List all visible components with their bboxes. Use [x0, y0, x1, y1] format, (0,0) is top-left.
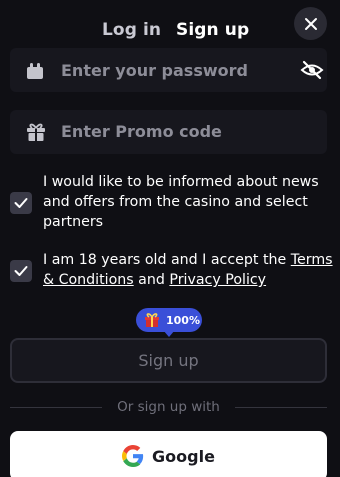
age-consent-checkbox[interactable]: [10, 260, 32, 282]
password-field[interactable]: Enter your password: [10, 48, 327, 92]
divider-line-right: [235, 407, 327, 408]
check-icon: [14, 198, 28, 208]
google-icon: [122, 445, 144, 467]
age-consent-and: and: [133, 272, 170, 288]
bonus-percent: 100%: [166, 313, 200, 327]
password-placeholder: Enter your password: [61, 61, 248, 80]
gift-icon: [145, 313, 159, 327]
gift-icon: [27, 123, 45, 141]
google-button-label: Google: [152, 446, 215, 466]
news-consent-checkbox[interactable]: [10, 192, 32, 214]
social-divider: Or sign up with: [10, 399, 327, 415]
google-signup-button[interactable]: Google: [10, 431, 327, 477]
promo-code-field[interactable]: Enter Promo code: [10, 110, 327, 154]
signup-button[interactable]: Sign up: [10, 338, 327, 383]
lock-icon: [27, 63, 43, 79]
age-consent-prefix: I am 18 years old and I accept the: [43, 252, 291, 268]
check-icon: [14, 266, 28, 276]
bonus-badge: 100%: [136, 308, 202, 332]
eye-off-icon[interactable]: [300, 60, 324, 80]
privacy-link[interactable]: Privacy Policy: [169, 272, 266, 288]
close-icon: [304, 17, 317, 30]
news-consent-text: I would like to be informed about news a…: [43, 174, 319, 230]
tab-signup[interactable]: Sign up: [176, 20, 249, 40]
promo-placeholder: Enter Promo code: [61, 122, 222, 141]
badge-pointer: [163, 330, 175, 337]
close-button[interactable]: [294, 7, 327, 40]
age-consent-text: I am 18 years old and I accept the Terms…: [43, 250, 333, 290]
tab-login[interactable]: Log in: [102, 20, 161, 40]
